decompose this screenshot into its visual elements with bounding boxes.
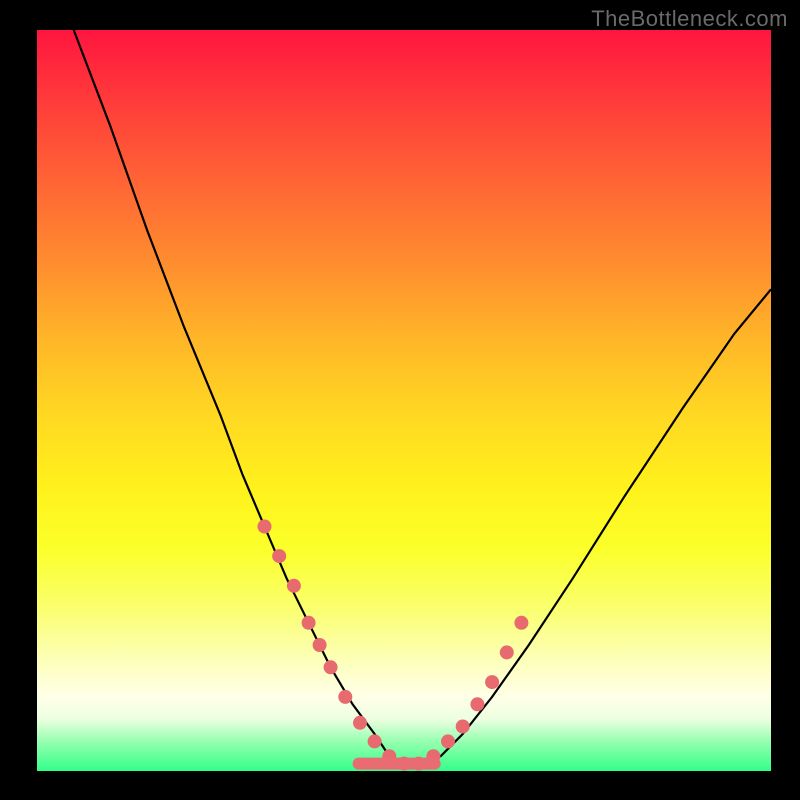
highlight-dot <box>368 734 382 748</box>
highlight-dot <box>500 645 514 659</box>
highlight-dot <box>441 734 455 748</box>
highlight-dot <box>456 720 470 734</box>
highlight-dot <box>302 616 316 630</box>
chart-frame: TheBottleneck.com <box>0 0 800 800</box>
chart-svg <box>37 30 771 771</box>
highlight-dots <box>258 520 529 771</box>
curve-line <box>74 30 771 764</box>
optimal-zone-bar <box>353 758 441 770</box>
bottleneck-curve <box>74 30 771 764</box>
highlight-dot <box>287 579 301 593</box>
highlight-dot <box>338 690 352 704</box>
highlight-dot <box>470 697 484 711</box>
highlight-dot <box>514 616 528 630</box>
highlight-dot <box>313 638 327 652</box>
highlight-dot <box>353 716 367 730</box>
highlight-dot <box>272 549 286 563</box>
optimal-zone <box>353 758 441 770</box>
highlight-dot <box>324 660 338 674</box>
watermark-text: TheBottleneck.com <box>591 6 788 32</box>
highlight-dot <box>485 675 499 689</box>
plot-area <box>37 30 771 771</box>
highlight-dot <box>258 520 272 534</box>
